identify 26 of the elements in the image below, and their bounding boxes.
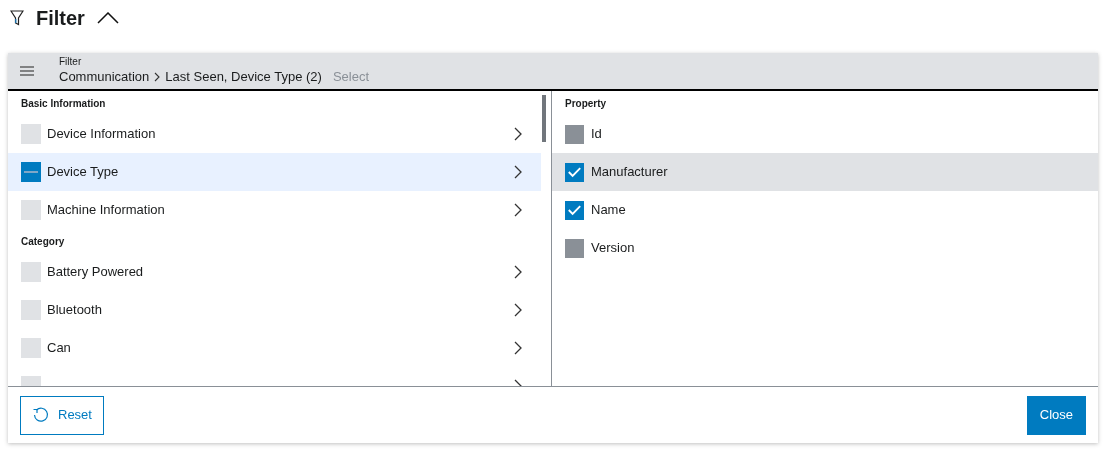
breadcrumb-link[interactable]: Communication bbox=[59, 68, 150, 86]
category-label: Machine Information bbox=[47, 201, 166, 220]
category-label: Bluetooth bbox=[47, 301, 103, 320]
breadcrumb-label: Filter bbox=[59, 56, 83, 68]
reset-icon bbox=[32, 406, 50, 424]
scrollbar-thumb[interactable] bbox=[542, 95, 546, 142]
chevron-icon bbox=[154, 72, 161, 82]
property-label: Manufacturer bbox=[591, 163, 668, 182]
page-title: Filter bbox=[36, 6, 85, 31]
filter-icon bbox=[10, 10, 24, 26]
close-button[interactable]: Close bbox=[1026, 395, 1086, 435]
property-label: Id bbox=[591, 125, 602, 144]
category-label: Device Type bbox=[47, 163, 120, 182]
property-label: Version bbox=[591, 239, 635, 258]
reset-button[interactable]: Reset bbox=[20, 395, 104, 435]
section-heading: Basic Information bbox=[20, 97, 107, 111]
category-label: Battery Powered bbox=[47, 263, 145, 282]
category-label: Device Information bbox=[47, 125, 157, 144]
property-row[interactable]: Manufacturer bbox=[552, 153, 1098, 191]
category-label: Can bbox=[47, 339, 72, 358]
property-label: Name bbox=[591, 201, 626, 220]
section-heading: Property bbox=[564, 97, 608, 111]
breadcrumb-current: Last Seen, Device Type (2) bbox=[165, 68, 322, 86]
collapse-button[interactable] bbox=[96, 12, 119, 24]
category-row[interactable]: Device Type bbox=[8, 153, 541, 191]
section-heading: Category bbox=[20, 235, 66, 249]
